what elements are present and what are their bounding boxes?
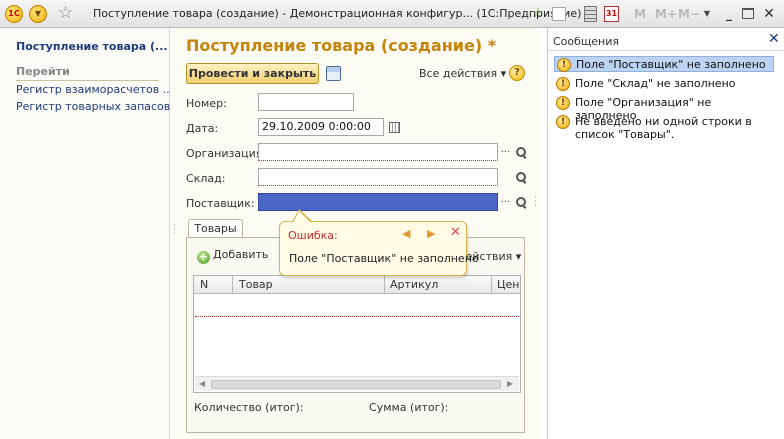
message-item[interactable]: ! Поле "Организация" не заполнено bbox=[554, 95, 774, 122]
organization-select-button[interactable]: ... bbox=[499, 143, 512, 161]
supplier-select-button[interactable]: ... bbox=[499, 193, 512, 211]
scroll-right-icon[interactable]: ▶ bbox=[507, 379, 513, 388]
link-icon[interactable]: ☆ bbox=[530, 5, 546, 23]
calculator-icon[interactable] bbox=[584, 6, 597, 22]
warning-icon: ! bbox=[556, 115, 570, 129]
supplier-search-icon[interactable] bbox=[515, 196, 527, 208]
warning-icon: ! bbox=[556, 96, 570, 110]
error-tooltip: Ошибка: ◀ ▶ ✕ Поле "Поставщик" не заполн… bbox=[279, 209, 479, 276]
warning-icon: ! bbox=[556, 77, 570, 91]
date-input[interactable]: 29.10.2009 0:00:00 bbox=[258, 118, 384, 136]
favorites-star-icon[interactable]: ☆ bbox=[58, 4, 73, 22]
column-header-goods[interactable]: Товар bbox=[239, 278, 273, 291]
document-icon[interactable] bbox=[552, 7, 566, 21]
number-input[interactable] bbox=[258, 93, 354, 111]
column-separator[interactable] bbox=[491, 276, 492, 294]
horizontal-scrollbar[interactable]: ◀ ▶ bbox=[195, 376, 519, 391]
sum-total-label: Сумма (итог): bbox=[369, 401, 449, 414]
splitter-handle-right[interactable]: · · · bbox=[534, 194, 538, 211]
memory-plus-button[interactable]: M+ bbox=[655, 5, 677, 23]
all-actions-menu[interactable]: Все действия ▾ bbox=[419, 67, 506, 80]
error-title: Ошибка: bbox=[288, 229, 338, 242]
help-icon[interactable]: ? bbox=[509, 65, 525, 81]
warehouse-label: Склад: bbox=[186, 172, 226, 185]
goods-table[interactable]: N Товар Артикул Цена ◀ ▶ bbox=[193, 275, 521, 393]
warning-icon: ! bbox=[557, 58, 571, 72]
error-message: Поле "Поставщик" не заполнено bbox=[289, 252, 479, 265]
column-separator[interactable] bbox=[384, 276, 385, 294]
window-titlebar: 1С ▼ ☆ Поступление товара (создание) - Д… bbox=[0, 0, 784, 28]
date-label: Дата: bbox=[186, 122, 219, 135]
chevron-down-icon[interactable]: ▼ bbox=[702, 5, 712, 23]
minimize-icon[interactable]: _ bbox=[722, 5, 736, 23]
tab-goods[interactable]: Товары bbox=[188, 219, 243, 238]
main-menu-icon[interactable]: ▼ bbox=[29, 5, 47, 23]
quantity-total-label: Количество (итог): bbox=[194, 401, 304, 414]
scrollbar-thumb[interactable] bbox=[211, 380, 501, 389]
empty-row-marker bbox=[195, 316, 519, 317]
supplier-label: Поставщик: bbox=[186, 197, 255, 210]
organization-input[interactable] bbox=[258, 143, 498, 161]
message-text: Не введено ни одной строки в список "Тов… bbox=[575, 115, 752, 141]
maximize-icon[interactable] bbox=[742, 8, 754, 19]
divider bbox=[548, 50, 784, 51]
tooltip-arrow-inner bbox=[293, 211, 311, 223]
message-item[interactable]: ! Поле "Склад" не заполнено bbox=[554, 76, 774, 92]
table-header: N Товар Артикул Цена bbox=[194, 276, 520, 294]
previous-error-icon[interactable]: ◀ bbox=[402, 227, 410, 240]
add-row-button[interactable]: + Добавить bbox=[197, 248, 268, 264]
save-icon[interactable] bbox=[326, 66, 341, 81]
navigation-panel: Поступление товара (... Перейти Регистр … bbox=[0, 28, 173, 439]
message-text: Поле "Поставщик" не заполнено bbox=[576, 58, 766, 71]
memory-minus-button[interactable]: M− bbox=[678, 5, 700, 23]
message-text: Поле "Склад" не заполнено bbox=[575, 77, 736, 90]
messages-panel: Сообщения ✕ ! Поле "Поставщик" не заполн… bbox=[547, 28, 784, 439]
memory-m-button[interactable]: M bbox=[634, 5, 646, 23]
close-tooltip-icon[interactable]: ✕ bbox=[450, 225, 461, 240]
nav-link-stock-register[interactable]: Регистр товарных запасов bbox=[16, 100, 170, 113]
form-title: Поступление товара (создание) * bbox=[186, 36, 497, 55]
close-messages-icon[interactable]: ✕ bbox=[768, 31, 780, 47]
warehouse-input[interactable] bbox=[258, 168, 498, 186]
messages-title: Сообщения bbox=[553, 35, 620, 48]
nav-link-settlements-register[interactable]: Регистр взаиморасчетов ... bbox=[16, 83, 173, 96]
next-error-icon[interactable]: ▶ bbox=[427, 227, 435, 240]
scroll-left-icon[interactable]: ◀ bbox=[199, 379, 205, 388]
post-and-close-button[interactable]: Провести и закрыть bbox=[186, 63, 319, 84]
close-icon[interactable]: ✕ bbox=[762, 5, 776, 23]
number-label: Номер: bbox=[186, 97, 227, 110]
nav-goto-heading: Перейти bbox=[16, 65, 159, 81]
1c-logo-icon[interactable]: 1С bbox=[5, 5, 23, 23]
window-title: Поступление товара (создание) - Демонстр… bbox=[93, 7, 582, 20]
splitter-handle[interactable]: · · · bbox=[173, 222, 177, 239]
message-item[interactable]: ! Не введено ни одной строки в список "Т… bbox=[554, 114, 774, 144]
add-icon: + bbox=[197, 250, 210, 264]
column-header-price[interactable]: Цена bbox=[497, 278, 519, 291]
column-separator[interactable] bbox=[232, 276, 233, 294]
organization-search-icon[interactable] bbox=[515, 146, 527, 158]
calendar-icon[interactable]: 31 bbox=[604, 6, 619, 22]
column-header-n[interactable]: N bbox=[200, 278, 208, 291]
warehouse-search-icon[interactable] bbox=[515, 171, 527, 183]
add-button-label: Добавить bbox=[213, 248, 269, 261]
message-item[interactable]: ! Поле "Поставщик" не заполнено bbox=[554, 56, 774, 72]
calendar-picker-icon[interactable] bbox=[389, 122, 400, 133]
organization-label: Организация: bbox=[186, 147, 267, 160]
column-header-article[interactable]: Артикул bbox=[390, 278, 438, 291]
nav-current-item[interactable]: Поступление товара (... bbox=[16, 40, 168, 53]
